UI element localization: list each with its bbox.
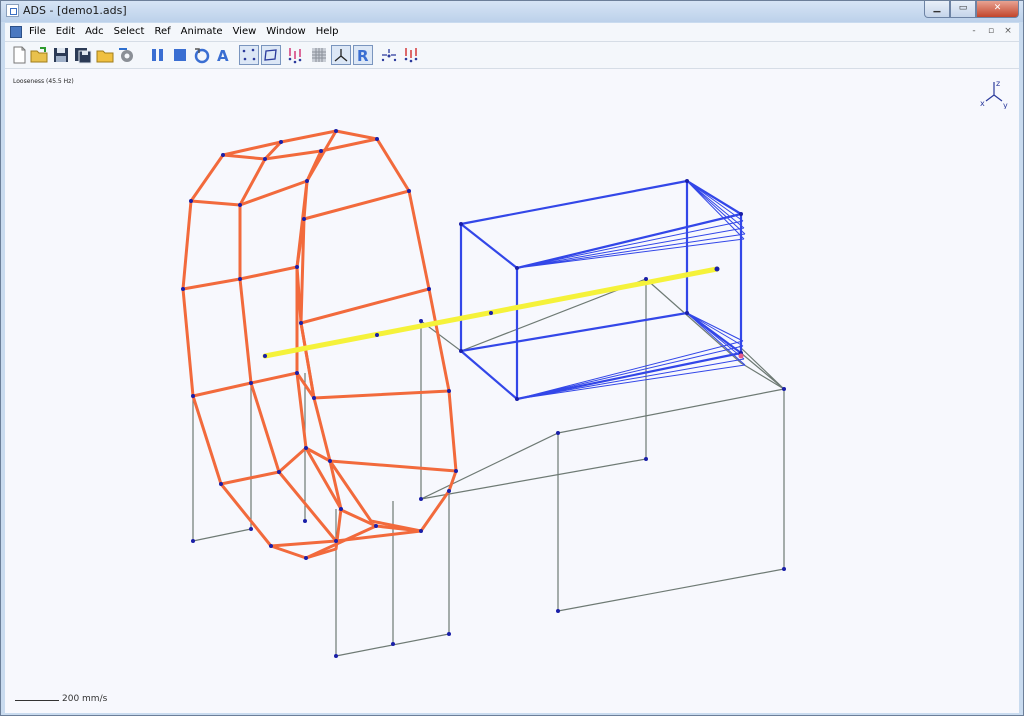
surface-view-icon[interactable] — [261, 45, 281, 65]
support-frame — [192, 278, 785, 657]
reference-r-glyph: R — [357, 47, 369, 64]
stop-icon[interactable] — [170, 45, 190, 65]
folder-icon[interactable] — [95, 45, 115, 65]
mdi-close-button[interactable]: × — [1001, 25, 1015, 38]
maximize-button[interactable]: ▭ — [950, 1, 976, 18]
app-window: ADS - [demo1.ads] ▁ ▭ ✕ File Edit Adc Se… — [0, 0, 1024, 716]
deflection-arrows-icon[interactable] — [285, 45, 305, 65]
app-icon — [6, 4, 19, 17]
new-file-icon[interactable] — [9, 45, 29, 65]
mdi-minimize-button[interactable]: - — [967, 25, 981, 38]
loop-icon[interactable] — [192, 45, 212, 65]
points-view-icon[interactable] — [239, 45, 259, 65]
grid-view-icon[interactable] — [309, 45, 329, 65]
text-a-icon[interactable]: A — [213, 45, 233, 65]
reference-r-icon[interactable]: R — [353, 45, 373, 65]
menu-file[interactable]: File — [29, 26, 46, 37]
document-icon[interactable] — [10, 26, 22, 38]
toolbar: A R — [5, 42, 1019, 69]
menu-view[interactable]: View — [233, 26, 257, 37]
box-spokes-bottom — [516, 312, 746, 400]
menu-select[interactable]: Select — [114, 26, 145, 37]
scale-label: 200 mm/s — [62, 694, 108, 704]
settings-gear-icon[interactable] — [116, 45, 136, 65]
mesh-nodes — [181, 129, 786, 658]
close-button[interactable]: ✕ — [976, 1, 1019, 18]
3d-viewport[interactable]: Looseness (45.5 Hz) z x y 200 mm/s — [5, 69, 1019, 713]
menu-window[interactable]: Window — [266, 26, 305, 37]
window-title: ADS - [demo1.ads] — [23, 4, 127, 17]
highlight-node — [738, 353, 744, 359]
menu-bar: File Edit Adc Select Ref Animate View Wi… — [5, 23, 1019, 42]
save-all-icon[interactable] — [73, 45, 93, 65]
menu-adc[interactable]: Adc — [85, 26, 104, 37]
axes-view-icon[interactable] — [331, 45, 351, 65]
model-scene — [181, 129, 786, 658]
pause-icon[interactable] — [148, 45, 168, 65]
menu-edit[interactable]: Edit — [56, 26, 75, 37]
menu-help[interactable]: Help — [316, 26, 339, 37]
mdi-restore-button[interactable]: ▫ — [984, 25, 998, 38]
vector-arrows-icon[interactable] — [379, 45, 399, 65]
scale-bar — [15, 700, 59, 701]
box-spokes-top — [516, 180, 746, 269]
save-icon[interactable] — [51, 45, 71, 65]
title-bar[interactable]: ADS - [demo1.ads] ▁ ▭ ✕ — [1, 1, 1023, 22]
minimize-button[interactable]: ▁ — [924, 1, 950, 18]
open-folder-icon[interactable] — [29, 45, 49, 65]
menu-animate[interactable]: Animate — [181, 26, 223, 37]
text-a-glyph: A — [217, 47, 229, 65]
color-arrows-icon[interactable] — [401, 45, 421, 65]
menu-ref[interactable]: Ref — [154, 26, 170, 37]
